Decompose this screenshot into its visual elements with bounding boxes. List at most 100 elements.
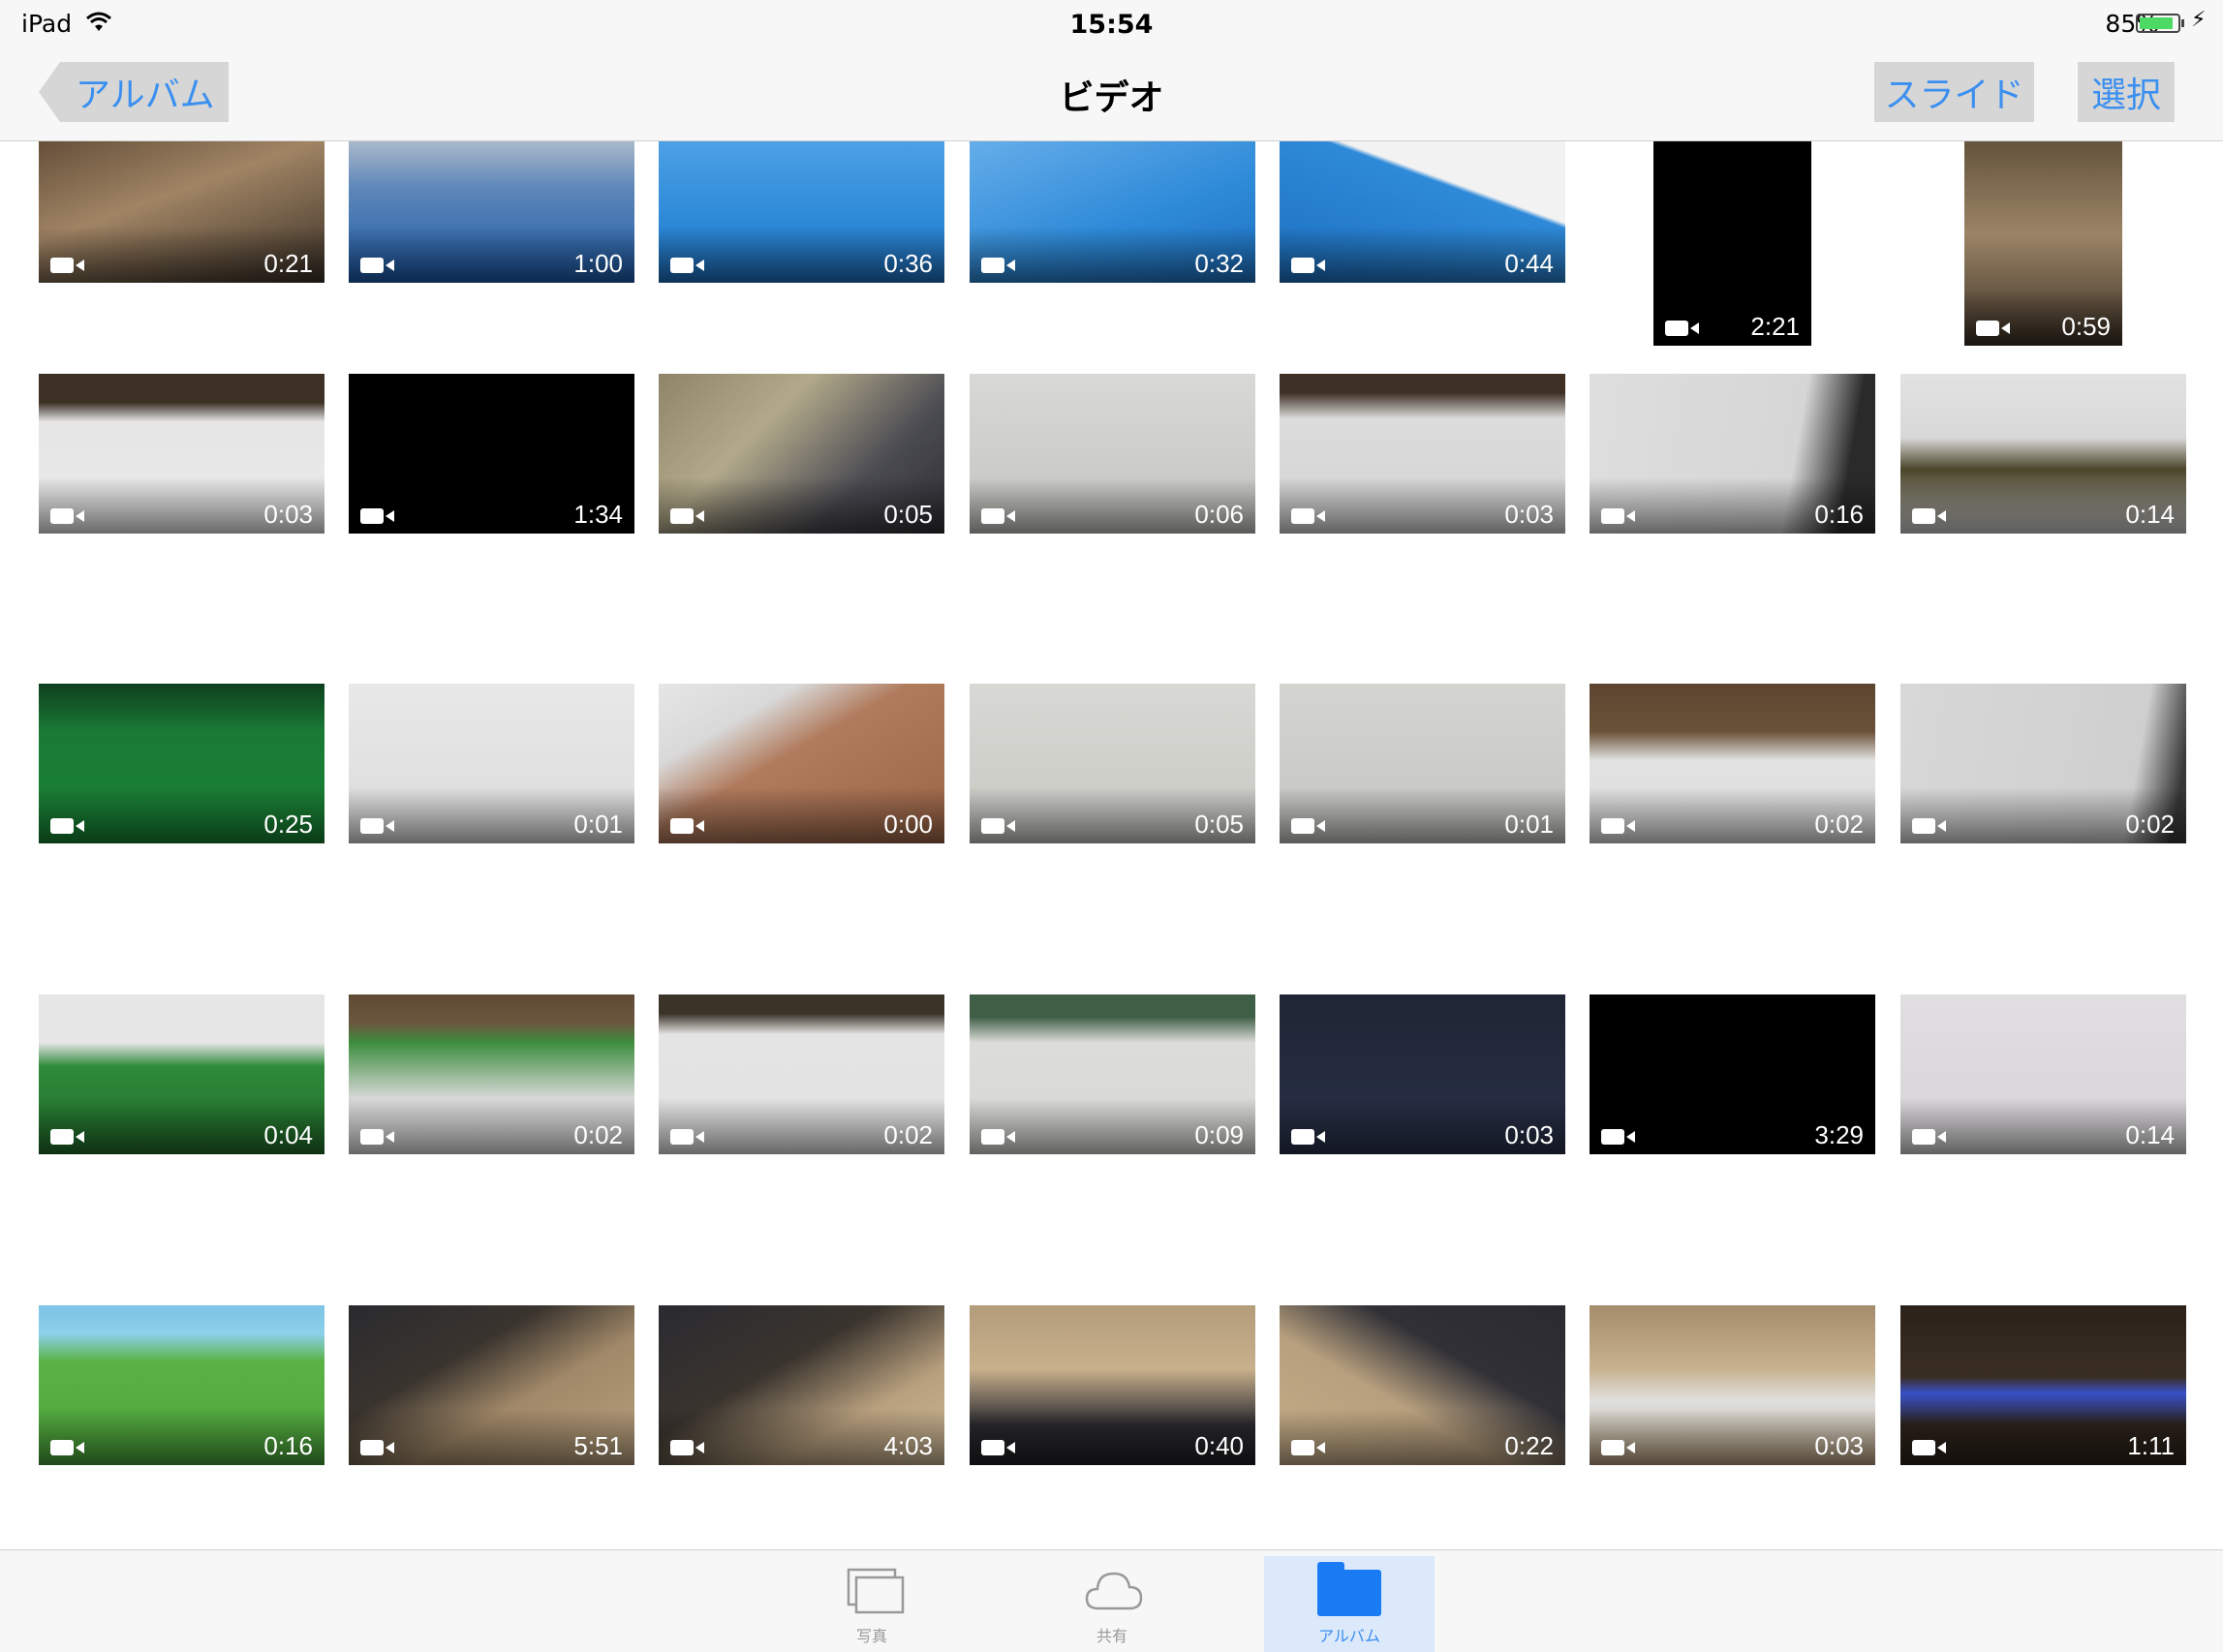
video-duration: 0:44 <box>1504 249 1554 278</box>
video-camera-icon <box>1976 321 2010 336</box>
video-thumbnail[interactable]: 0:02 <box>659 994 944 1154</box>
video-thumbnail[interactable]: 0:59 <box>1964 141 2122 346</box>
video-duration: 0:05 <box>1194 810 1244 839</box>
video-camera-icon <box>50 1440 84 1455</box>
video-camera-icon <box>981 258 1015 273</box>
video-duration: 0:03 <box>1504 1120 1554 1149</box>
video-camera-icon <box>670 818 704 834</box>
video-thumbnail[interactable]: 0:03 <box>39 374 324 534</box>
video-duration: 4:03 <box>883 1431 933 1460</box>
video-duration: 0:36 <box>883 249 933 278</box>
video-thumbnail[interactable]: 5:51 <box>349 1305 634 1465</box>
select-button[interactable]: 選択 <box>2078 62 2175 122</box>
video-duration: 5:51 <box>573 1431 623 1460</box>
video-duration: 1:00 <box>573 249 623 278</box>
status-time: 15:54 <box>1069 10 1154 40</box>
video-thumbnail[interactable]: 0:06 <box>970 374 1255 534</box>
status-bar: iPad 15:54 85% ⚡ <box>0 0 2223 48</box>
video-camera-icon <box>360 1129 394 1145</box>
video-thumbnail[interactable]: 0:00 <box>659 684 944 843</box>
video-camera-icon <box>1291 1129 1325 1145</box>
video-thumbnail[interactable]: 0:32 <box>970 141 1255 283</box>
video-thumbnail[interactable]: 0:25 <box>39 684 324 843</box>
video-thumbnail[interactable]: 0:36 <box>659 141 944 283</box>
album-icon <box>1317 1562 1381 1616</box>
video-camera-icon <box>360 1440 394 1455</box>
video-camera-icon <box>670 508 704 524</box>
video-thumbnail[interactable]: 0:02 <box>1590 684 1875 843</box>
video-camera-icon <box>981 508 1015 524</box>
video-duration: 0:22 <box>1504 1431 1554 1460</box>
video-thumbnail[interactable]: 0:01 <box>349 684 634 843</box>
tab-label-shared: 共有 <box>1096 1627 1127 1645</box>
video-camera-icon <box>360 818 394 834</box>
video-thumbnail[interactable]: 1:34 <box>349 374 634 534</box>
photos-icon <box>847 1568 905 1614</box>
video-thumbnail[interactable]: 0:16 <box>39 1305 324 1465</box>
video-camera-icon <box>1291 258 1325 273</box>
video-camera-icon <box>670 258 704 273</box>
slideshow-button[interactable]: スライド <box>1874 62 2034 122</box>
video-camera-icon <box>1291 1440 1325 1455</box>
video-duration: 0:02 <box>883 1120 933 1149</box>
video-camera-icon <box>1601 818 1635 834</box>
video-camera-icon <box>1291 818 1325 834</box>
video-thumbnail[interactable]: 0:09 <box>970 994 1255 1154</box>
video-duration: 0:02 <box>1814 810 1864 839</box>
video-thumbnail[interactable]: 0:21 <box>39 141 324 283</box>
video-camera-icon <box>360 508 394 524</box>
video-thumbnail[interactable]: 0:22 <box>1280 1305 1565 1465</box>
video-duration: 0:09 <box>1194 1120 1244 1149</box>
video-duration: 0:04 <box>263 1120 313 1149</box>
video-duration: 0:25 <box>263 810 313 839</box>
video-thumbnail[interactable]: 0:04 <box>39 994 324 1154</box>
video-duration: 0:01 <box>573 810 623 839</box>
video-duration: 0:02 <box>573 1120 623 1149</box>
video-thumbnail[interactable]: 0:03 <box>1280 994 1565 1154</box>
video-camera-icon <box>670 1440 704 1455</box>
video-duration: 0:16 <box>1814 500 1864 529</box>
video-thumbnail[interactable]: 1:11 <box>1900 1305 2186 1465</box>
video-camera-icon <box>670 1129 704 1145</box>
video-duration: 0:21 <box>263 249 313 278</box>
video-thumbnail[interactable]: 0:16 <box>1590 374 1875 534</box>
video-thumbnail[interactable]: 4:03 <box>659 1305 944 1465</box>
video-grid: 0:21 1:00 0:36 0:32 0:44 2:21 0:59 0:03 1:34 0:05… <box>0 141 2223 1548</box>
video-camera-icon <box>1601 1129 1635 1145</box>
video-camera-icon <box>50 1129 84 1145</box>
video-thumbnail[interactable]: 0:01 <box>1280 684 1565 843</box>
video-thumbnail[interactable]: 1:00 <box>349 141 634 283</box>
battery-tip <box>2181 19 2184 27</box>
tab-photos[interactable]: 写真 <box>787 1556 957 1652</box>
video-camera-icon <box>1601 508 1635 524</box>
tab-shared[interactable]: 共有 <box>1027 1556 1197 1652</box>
tab-albums[interactable]: アルバム <box>1264 1556 1435 1652</box>
video-thumbnail[interactable]: 2:21 <box>1653 141 1811 346</box>
cloud-icon <box>1085 1572 1143 1610</box>
video-duration: 0:59 <box>2061 312 2111 341</box>
video-camera-icon <box>1291 508 1325 524</box>
video-thumbnail[interactable]: 0:02 <box>1900 684 2186 843</box>
video-camera-icon <box>1912 818 1946 834</box>
video-duration: 0:00 <box>883 810 933 839</box>
video-thumbnail[interactable]: 3:29 <box>1590 994 1875 1154</box>
video-thumbnail[interactable]: 0:05 <box>970 684 1255 843</box>
video-thumbnail[interactable]: 0:02 <box>349 994 634 1154</box>
video-camera-icon <box>1912 1440 1946 1455</box>
video-camera-icon <box>1601 1440 1635 1455</box>
video-duration: 0:40 <box>1194 1431 1244 1460</box>
video-camera-icon <box>360 258 394 273</box>
video-camera-icon <box>1912 508 1946 524</box>
video-thumbnail[interactable]: 0:05 <box>659 374 944 534</box>
video-thumbnail[interactable]: 0:14 <box>1900 994 2186 1154</box>
video-thumbnail[interactable]: 0:14 <box>1900 374 2186 534</box>
video-camera-icon <box>1665 321 1699 336</box>
video-duration: 0:05 <box>883 500 933 529</box>
video-thumbnail[interactable]: 0:03 <box>1280 374 1565 534</box>
video-duration: 0:16 <box>263 1431 313 1460</box>
video-duration: 1:34 <box>573 500 623 529</box>
video-duration: 2:21 <box>1750 312 1800 341</box>
video-thumbnail[interactable]: 0:03 <box>1590 1305 1875 1465</box>
video-thumbnail[interactable]: 0:44 <box>1280 141 1565 283</box>
video-thumbnail[interactable]: 0:40 <box>970 1305 1255 1465</box>
